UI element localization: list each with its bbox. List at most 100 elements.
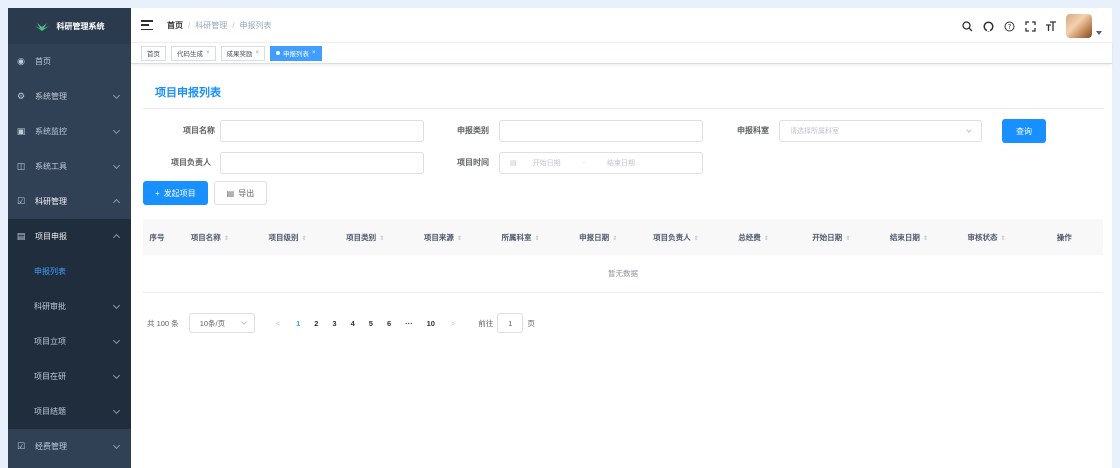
- navbar: 首页 / 科研管理 / 申报列表 ?: [131, 8, 1112, 42]
- avatar[interactable]: [1066, 14, 1092, 38]
- query-button[interactable]: 查询: [1002, 119, 1046, 143]
- page-number[interactable]: 6: [387, 319, 391, 328]
- declare-dept-label: 申报科室: [737, 126, 769, 135]
- tag-label: 成果奖励: [226, 51, 253, 58]
- sidebar-item-home[interactable]: ◉ 首页: [8, 44, 131, 79]
- button-label: 发起项目: [163, 188, 196, 198]
- sidebar-item-label: 申报列表: [34, 267, 66, 276]
- leader-label: 项目负责人: [171, 158, 211, 167]
- declare-dept-select[interactable]: 请选择所属科室: [779, 120, 982, 142]
- col-header-start-date[interactable]: 开始日期 ⇕: [792, 232, 870, 243]
- date-range-picker[interactable]: ▤ 开始日期 - 结束日期: [499, 152, 703, 174]
- col-header-status[interactable]: 审核状态 ⇕: [948, 232, 1026, 243]
- sort-icon[interactable]: ⇕: [457, 236, 462, 242]
- col-header-dept[interactable]: 所属科室 ⇕: [482, 232, 560, 243]
- tag-award[interactable]: 成果奖励 ×: [220, 45, 266, 61]
- col-header-leader[interactable]: 项目负责人 ⇕: [637, 232, 715, 243]
- export-button[interactable]: ▤ 导出: [213, 181, 268, 205]
- sidebar-item-approval[interactable]: 科研审批: [8, 289, 131, 324]
- page-number[interactable]: 5: [369, 319, 373, 328]
- page-number[interactable]: 3: [332, 319, 336, 328]
- fullscreen-icon[interactable]: [1024, 20, 1036, 32]
- app-logo[interactable]: 科研管理系统: [8, 8, 131, 44]
- page-number[interactable]: 4: [351, 319, 355, 328]
- chevron-down-icon: [112, 126, 121, 135]
- tag-codegen[interactable]: 代码生成 ×: [171, 45, 216, 61]
- sidebar-item-establish[interactable]: 项目立项: [8, 324, 131, 359]
- project-name-input[interactable]: [220, 120, 424, 142]
- declare-type-input[interactable]: [499, 120, 703, 142]
- col-header-end-date[interactable]: 结束日期 ⇕: [870, 232, 948, 243]
- leader-input[interactable]: [220, 152, 424, 174]
- sort-icon[interactable]: ⇕: [764, 236, 769, 242]
- col-header-category[interactable]: 项目类别 ⇕: [326, 232, 404, 243]
- page-number[interactable]: 1: [296, 319, 300, 328]
- col-header-name[interactable]: 项目名称 ⇕: [171, 232, 249, 243]
- chevron-down-icon: [112, 301, 121, 310]
- page-size-value: 10条/页: [199, 318, 226, 328]
- prev-page-button[interactable]: <: [276, 319, 280, 328]
- sort-icon[interactable]: ⇕: [612, 236, 617, 242]
- sort-icon[interactable]: ⇕: [694, 236, 699, 242]
- col-header-level[interactable]: 项目级别 ⇕: [249, 232, 327, 243]
- sidebar-item-tools[interactable]: ◫ 系统工具: [8, 149, 131, 184]
- sort-icon[interactable]: ⇕: [845, 236, 850, 242]
- button-label: 导出: [238, 188, 255, 198]
- tag-home[interactable]: 首页: [141, 45, 166, 61]
- col-header-source[interactable]: 项目来源 ⇕: [404, 232, 482, 243]
- close-icon[interactable]: ×: [206, 50, 210, 56]
- breadcrumb-current: 申报列表: [239, 20, 272, 30]
- sort-icon[interactable]: ⇕: [379, 236, 384, 242]
- sidebar-item-label: 科研管理: [35, 197, 67, 206]
- sidebar-item-label: 系统管理: [35, 92, 67, 101]
- add-project-button[interactable]: + 发起项目: [143, 181, 208, 205]
- caret-down-icon[interactable]: [1096, 31, 1102, 35]
- project-name-label: 项目名称: [183, 126, 215, 135]
- sidebar-item-system[interactable]: ⚙ 系统管理: [8, 79, 131, 114]
- sidebar-item-monitor[interactable]: ▣ 系统监控: [8, 114, 131, 149]
- chevron-up-icon: [112, 233, 121, 242]
- page-number[interactable]: 10: [427, 319, 435, 328]
- export-icon: ▤: [226, 188, 235, 198]
- col-header-declare-date[interactable]: 申报日期 ⇕: [559, 232, 637, 243]
- sidebar-item-label: 科研审批: [34, 302, 66, 311]
- chevron-down-icon: [112, 441, 121, 450]
- search-icon[interactable]: [961, 20, 973, 32]
- breadcrumb-research: 科研管理: [195, 20, 228, 30]
- chevron-down-icon: [112, 406, 121, 415]
- dashboard-icon: ◉: [17, 56, 25, 66]
- sort-icon[interactable]: ⇕: [535, 236, 540, 242]
- next-page-button[interactable]: >: [451, 319, 455, 328]
- close-icon[interactable]: ×: [256, 50, 260, 56]
- breadcrumb-home[interactable]: 首页: [167, 20, 183, 31]
- checkbox-icon: ☑: [16, 196, 26, 206]
- goto-page-input[interactable]: 1: [497, 313, 524, 333]
- sort-icon[interactable]: ⇕: [301, 236, 306, 242]
- table-toolbar: + 发起项目 ▤ 导出: [143, 181, 1104, 205]
- help-icon[interactable]: ?: [1003, 20, 1015, 32]
- goto-suffix: 页: [527, 318, 535, 328]
- sidebar-item-declare[interactable]: ▤ 项目申报: [8, 219, 131, 254]
- page-size-select[interactable]: 10条/页: [188, 313, 255, 333]
- close-icon[interactable]: ×: [312, 50, 316, 56]
- github-icon[interactable]: [982, 20, 994, 32]
- sort-icon[interactable]: ⇕: [923, 236, 928, 242]
- sidebar-item-closing[interactable]: 项目结题: [8, 394, 131, 429]
- page-number[interactable]: 2: [314, 319, 318, 328]
- sidebar-item-research[interactable]: ☑ 科研管理: [8, 184, 131, 219]
- chevron-up-icon: [112, 198, 121, 207]
- font-size-icon[interactable]: [1045, 20, 1057, 32]
- sidebar-item-label: 系统监控: [35, 127, 67, 136]
- sidebar-item-label: 项目立项: [34, 337, 66, 346]
- sidebar-item-declare-list[interactable]: 申报列表: [8, 254, 131, 289]
- sort-icon[interactable]: ⇕: [224, 236, 229, 242]
- sidebar-item-fund[interactable]: ☑ 经费管理: [8, 429, 131, 464]
- sidebar-item-label: 项目在研: [34, 372, 66, 381]
- sort-icon[interactable]: ⇕: [1001, 236, 1006, 242]
- sidebar-item-ongoing[interactable]: 项目在研: [8, 359, 131, 394]
- page-ellipsis[interactable]: ···: [405, 319, 413, 328]
- col-header-funds[interactable]: 总经费 ⇕: [715, 232, 793, 243]
- tag-declare-list[interactable]: 申报列表 ×: [270, 45, 322, 61]
- hamburger-menu-icon[interactable]: [141, 20, 153, 30]
- sidebar-item-label: 项目申报: [35, 232, 67, 241]
